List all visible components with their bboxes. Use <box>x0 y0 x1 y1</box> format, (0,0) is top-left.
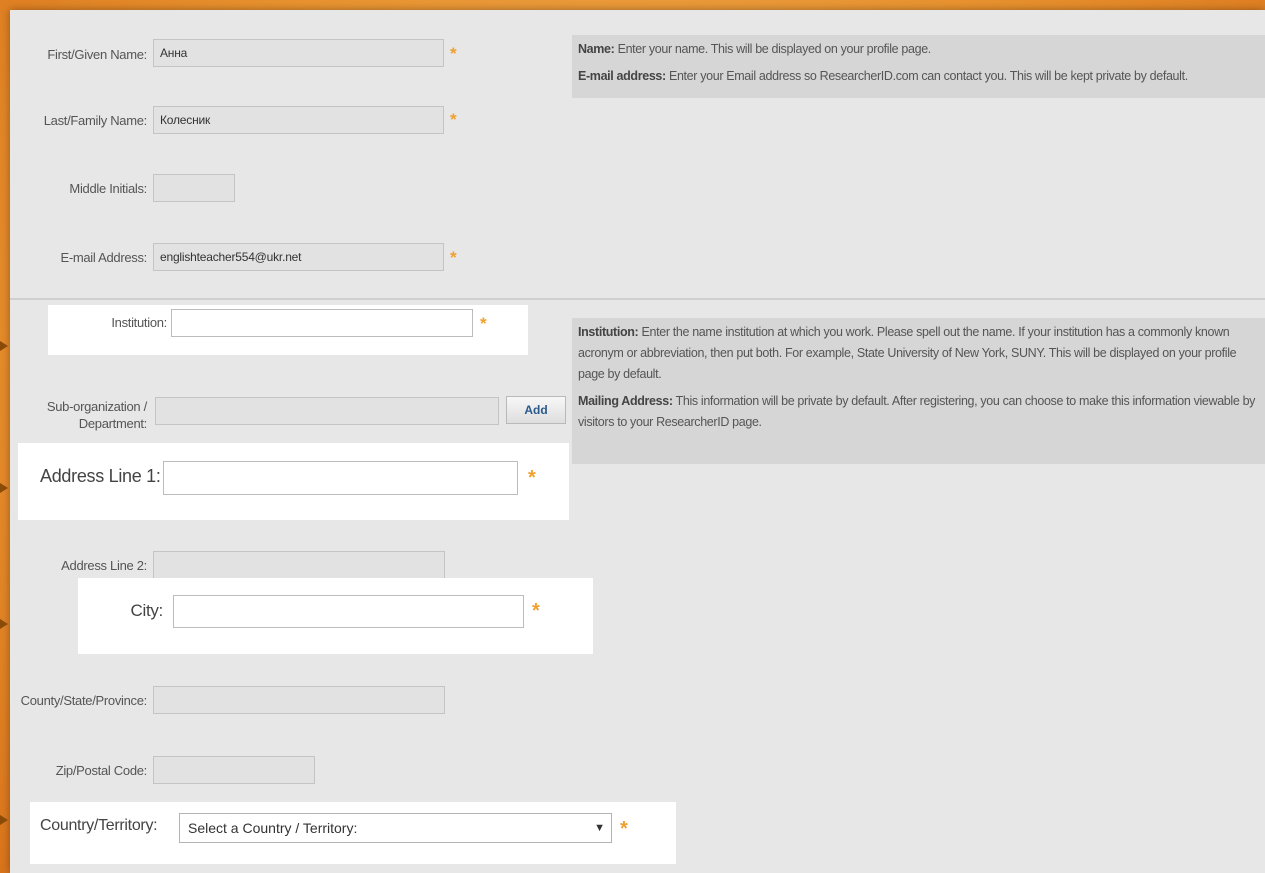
last-name-label: Last/Family Name: <box>43 113 148 128</box>
zip-label: Zip/Postal Code: <box>55 763 148 778</box>
pointer-arrow-city <box>0 619 8 629</box>
county-input[interactable] <box>153 686 445 714</box>
required-star-icon: * <box>480 314 487 333</box>
help-name-text: Enter your name. This will be displayed … <box>617 42 932 56</box>
middle-initials-input[interactable] <box>153 174 235 202</box>
required-star-icon: * <box>532 600 540 622</box>
pointer-arrow-country <box>0 815 8 825</box>
required-star-icon: * <box>450 110 457 129</box>
sub-org-label-line1: Sub-organization / <box>46 399 147 414</box>
email-label: E-mail Address: <box>60 250 147 265</box>
address2-label: Address Line 2: <box>61 558 147 573</box>
city-label: City: <box>130 601 163 620</box>
zip-input[interactable] <box>153 756 315 784</box>
dropdown-caret-icon: ▼ <box>594 822 605 834</box>
last-name-input[interactable]: Колесник <box>153 106 444 134</box>
pointer-arrow-institution <box>0 341 8 351</box>
address1-input[interactable] <box>163 461 518 495</box>
institution-input[interactable] <box>171 309 473 337</box>
institution-label: Institution: <box>111 315 167 330</box>
first-name-input[interactable]: Анна <box>153 39 444 67</box>
help-email-title: E-mail address: <box>578 69 666 83</box>
country-label: Country/Territory: <box>40 817 158 834</box>
help-institution-title: Institution: <box>578 325 639 339</box>
country-select-value: Select a Country / Territory: <box>188 820 358 836</box>
city-input[interactable] <box>173 595 524 628</box>
help-institution-text: Enter the name institution at which you … <box>578 325 1237 381</box>
help-institution-address: Institution: Enter the name institution … <box>572 318 1265 464</box>
add-sub-org-button[interactable]: Add <box>506 396 566 424</box>
section-divider <box>10 298 1265 300</box>
first-name-label: First/Given Name: <box>47 47 147 62</box>
required-star-icon: * <box>620 818 628 840</box>
address1-label: Address Line 1: <box>40 466 161 486</box>
help-mailing-title: Mailing Address: <box>578 394 673 408</box>
sub-org-input[interactable] <box>155 397 499 425</box>
email-input[interactable]: englishteacher554@ukr.net <box>153 243 444 271</box>
country-select[interactable]: Select a Country / Territory: ▼ <box>179 813 612 843</box>
help-name-title: Name: <box>578 42 615 56</box>
help-email-text: Enter your Email address so ResearcherID… <box>668 69 1188 83</box>
middle-initials-label: Middle Initials: <box>69 181 147 196</box>
required-star-icon: * <box>450 248 457 267</box>
help-mailing-text: This information will be private by defa… <box>578 394 1256 429</box>
help-name-email: Name: Enter your name. This will be disp… <box>572 35 1265 98</box>
sub-org-label-line2: Department: <box>78 416 148 431</box>
required-star-icon: * <box>528 467 536 489</box>
sub-org-label: Sub-organization / Department: <box>47 398 147 432</box>
required-star-icon: * <box>450 44 457 63</box>
pointer-arrow-address1 <box>0 483 8 493</box>
county-label: County/State/Province: <box>20 693 148 708</box>
address2-input[interactable] <box>153 551 445 579</box>
